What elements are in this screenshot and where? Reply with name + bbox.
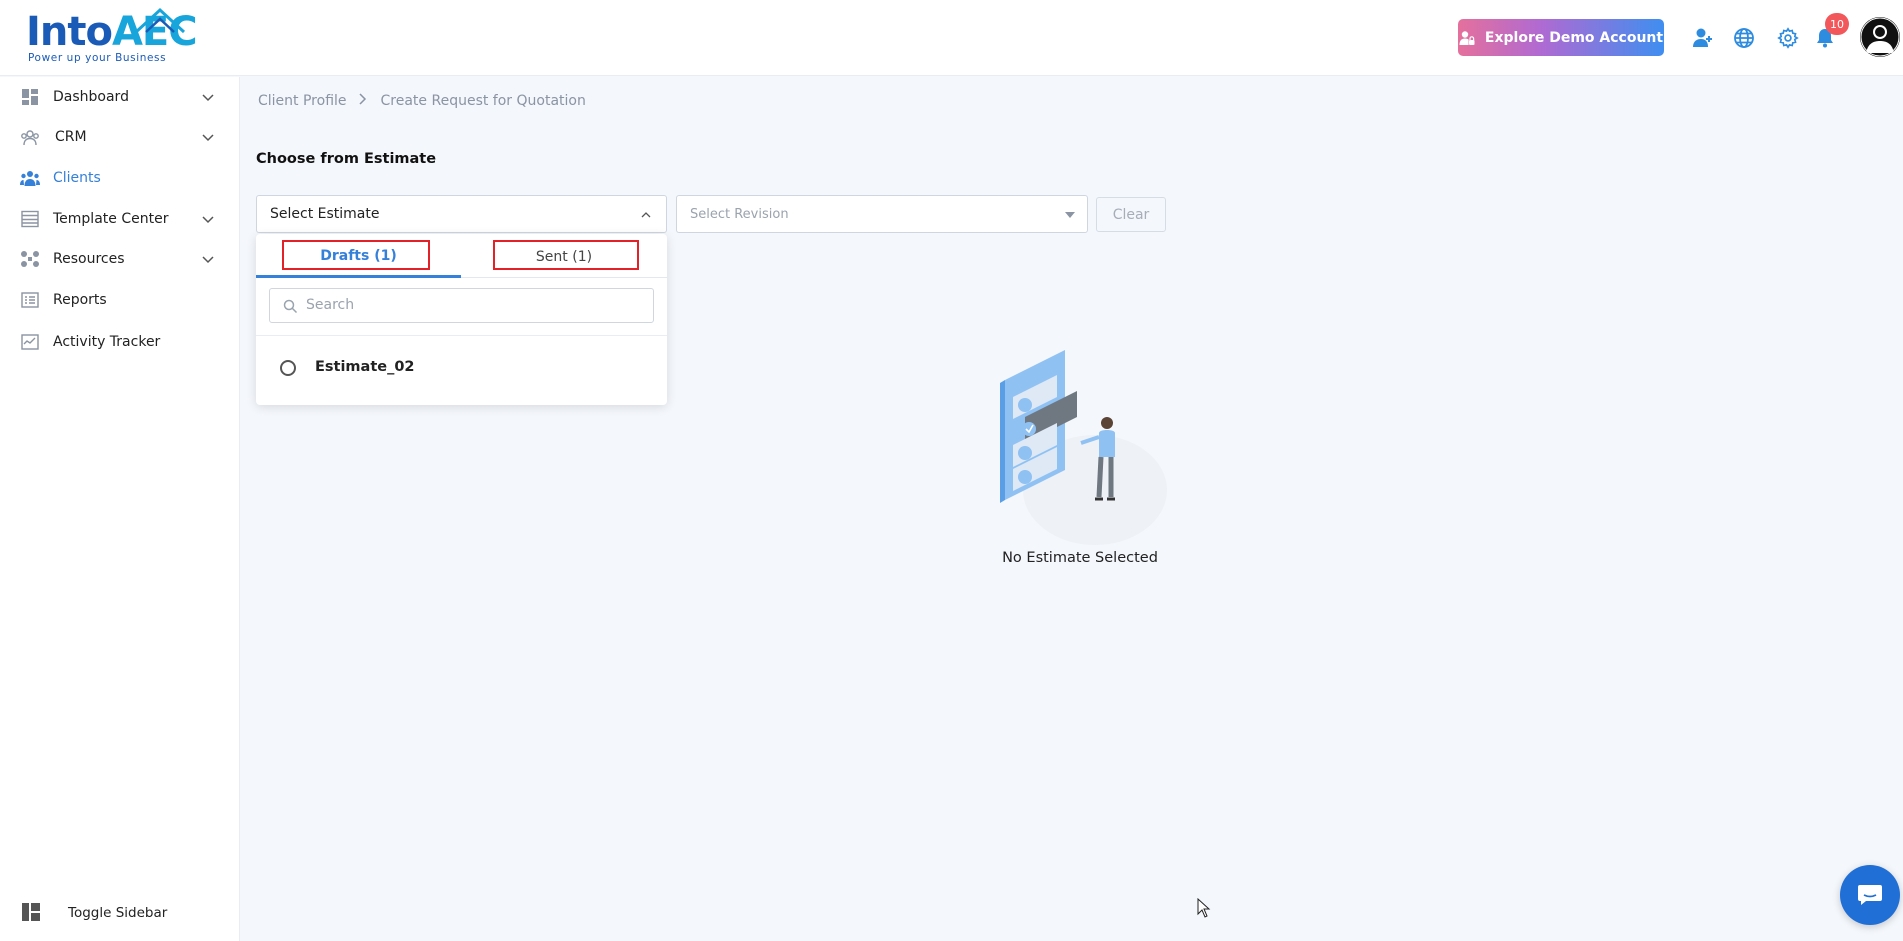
sidebar-toggle-icon (22, 903, 40, 925)
toggle-sidebar-button[interactable]: Toggle Sidebar (0, 895, 239, 931)
chat-support-button[interactable] (1840, 865, 1900, 925)
empty-state-illustration (1000, 350, 1167, 545)
select-estimate-label: Select Estimate (270, 206, 380, 222)
breadcrumb: Client Profile Create Request for Quotat… (258, 93, 586, 109)
highlight-box (282, 240, 430, 270)
list-item[interactable]: Estimate_02 (256, 348, 667, 388)
chevron-up-icon (641, 212, 651, 218)
tab-drafts[interactable]: Drafts (1) (256, 236, 461, 278)
estimate-item-label: Estimate_02 (315, 359, 415, 375)
chevron-right-icon (357, 93, 367, 109)
sidebar-item-resources[interactable]: Resources (0, 240, 239, 278)
sidebar-item-label: CRM (55, 129, 87, 145)
sidebar-item-template-center[interactable]: Template Center (0, 200, 239, 238)
search-icon (283, 299, 298, 314)
globe-icon[interactable] (1730, 24, 1758, 52)
breadcrumb-current: Create Request for Quotation (380, 93, 586, 109)
select-revision-placeholder: Select Revision (690, 207, 789, 222)
chevron-down-icon (202, 134, 214, 142)
highlight-box (493, 240, 639, 270)
sidebar-item-label: Activity Tracker (53, 334, 161, 350)
top-header: IntoAEC Power up your Business Explore D… (0, 0, 1903, 76)
template-icon (20, 209, 40, 229)
sidebar-item-reports[interactable]: Reports (0, 281, 239, 319)
dashboard-icon (20, 87, 40, 107)
sidebar-item-clients[interactable]: Clients (0, 159, 239, 197)
section-title: Choose from Estimate (256, 151, 437, 167)
sidebar-item-label: Dashboard (53, 89, 129, 105)
select-revision-dropdown[interactable]: Select Revision (676, 195, 1088, 233)
sidebar-item-label: Clients (53, 170, 101, 186)
sidebar-item-activity-tracker[interactable]: Activity Tracker (0, 323, 239, 361)
notification-badge: 10 (1825, 13, 1849, 35)
add-user-icon[interactable] (1689, 24, 1717, 52)
empty-state-text: No Estimate Selected (1002, 550, 1158, 566)
chat-icon (1858, 885, 1882, 905)
estimate-dropdown-panel: Drafts (1) Sent (1) Estimate_02 (256, 234, 667, 405)
chevron-down-icon (202, 256, 214, 264)
app-logo[interactable]: IntoAEC Power up your Business (26, 6, 198, 66)
radio-button[interactable] (280, 360, 296, 376)
activity-icon (20, 332, 40, 352)
reports-icon (20, 290, 40, 310)
clear-button[interactable]: Clear (1096, 197, 1166, 232)
sidebar-item-label: Resources (53, 251, 125, 267)
clients-icon (20, 168, 40, 188)
gear-icon[interactable] (1774, 24, 1802, 52)
logo-roof-icon (134, 7, 186, 34)
select-estimate-dropdown[interactable]: Select Estimate (256, 195, 667, 233)
logo-tagline: Power up your Business (28, 52, 167, 64)
mouse-cursor-icon (1197, 898, 1211, 918)
caret-down-icon (1065, 212, 1075, 218)
user-avatar[interactable] (1860, 17, 1900, 57)
explore-demo-button[interactable]: Explore Demo Account (1458, 19, 1664, 56)
sidebar-item-label: Reports (53, 292, 107, 308)
chevron-down-icon (202, 216, 214, 224)
explore-demo-label: Explore Demo Account (1484, 29, 1664, 46)
search-input[interactable] (306, 297, 636, 313)
sidebar-item-dashboard[interactable]: Dashboard (0, 78, 239, 116)
user-lock-icon (1459, 30, 1475, 45)
estimate-search-field (269, 288, 654, 323)
toggle-sidebar-label: Toggle Sidebar (68, 905, 168, 921)
tab-sent[interactable]: Sent (1) (461, 236, 667, 278)
sidebar-item-label: Template Center (53, 211, 169, 227)
divider (256, 335, 667, 336)
sidebar: Dashboard CRM Clients Template Center Re… (0, 77, 240, 941)
resources-icon (20, 249, 40, 269)
breadcrumb-parent-link[interactable]: Client Profile (258, 93, 347, 109)
chevron-down-icon (202, 94, 214, 102)
sidebar-item-crm[interactable]: CRM (0, 118, 239, 156)
crm-icon (20, 127, 40, 147)
